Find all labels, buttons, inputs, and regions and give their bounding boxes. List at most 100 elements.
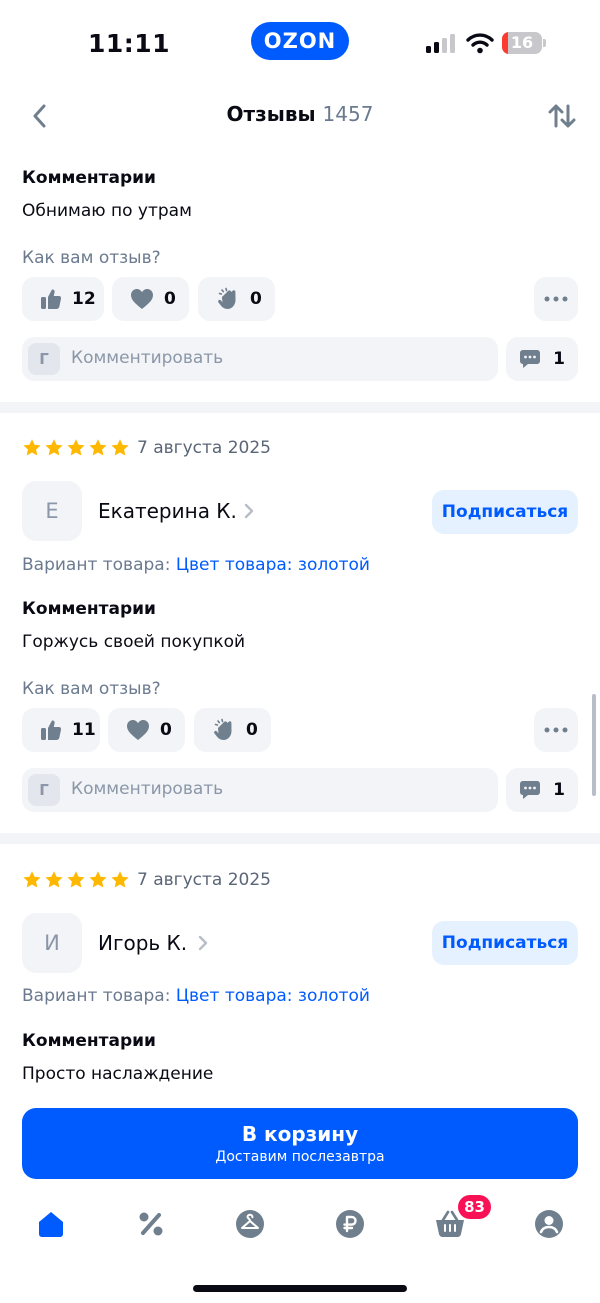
status-time: 11:11 xyxy=(88,29,171,58)
star-icon xyxy=(45,871,63,888)
star-icon xyxy=(67,439,85,456)
chat-bubble-icon xyxy=(520,781,541,799)
chat-bubble-icon xyxy=(520,350,541,368)
tab-discounts[interactable] xyxy=(131,1204,171,1244)
rating-stars xyxy=(22,870,130,890)
hanger-icon xyxy=(236,1210,264,1238)
add-to-cart-button[interactable]: В корзину Доставим послезавтра xyxy=(22,1108,578,1179)
more-dots-icon xyxy=(544,296,568,302)
star-icon xyxy=(89,439,107,456)
heart-button[interactable]: 0 xyxy=(108,708,185,752)
subscribe-button[interactable]: Подписаться xyxy=(432,921,578,965)
page-title: Отзывы 1457 xyxy=(0,102,600,126)
more-button[interactable] xyxy=(534,708,578,752)
tab-home[interactable] xyxy=(31,1204,71,1244)
review-divider xyxy=(0,402,600,413)
clap-icon xyxy=(214,718,232,740)
heart-count: 0 xyxy=(164,289,176,309)
cart-badge: 83 xyxy=(458,1195,491,1219)
author-name[interactable]: Игорь К. xyxy=(98,931,187,955)
like-button[interactable]: 11 xyxy=(22,708,100,752)
signal-icon xyxy=(426,34,455,53)
variant-label: Вариант товара: xyxy=(22,555,171,575)
star-icon xyxy=(23,871,41,888)
discount-icon xyxy=(139,1212,163,1236)
comment-input[interactable]: Г Комментировать xyxy=(22,337,498,381)
review-date: 7 августа 2025 xyxy=(137,438,271,458)
variant-value[interactable]: Цвет товара: золотой xyxy=(176,555,370,575)
ozon-logo: OZON xyxy=(251,22,349,60)
home-indicator xyxy=(193,1285,407,1292)
status-bar: 11:11 OZON 16 xyxy=(0,0,600,86)
cart-button-label: В корзину xyxy=(241,1122,359,1146)
variant-label: Вариант товара: xyxy=(22,986,171,1006)
comments-count: 1 xyxy=(553,349,565,369)
star-icon xyxy=(111,439,129,456)
review-comment: Обнимаю по утрам xyxy=(22,201,192,221)
author-avatar[interactable]: И xyxy=(22,913,82,973)
thumbs-up-icon xyxy=(41,720,62,740)
chevron-right-icon[interactable] xyxy=(243,503,255,519)
author-avatar[interactable]: Е xyxy=(22,481,82,541)
nav-header: Отзывы 1457 xyxy=(0,86,600,146)
heart-icon xyxy=(127,720,149,740)
tab-bar xyxy=(0,1200,600,1250)
star-icon xyxy=(67,871,85,888)
review-comment: Горжусь своей покупкой xyxy=(22,632,246,652)
comments-button[interactable]: 1 xyxy=(506,337,578,381)
star-icon xyxy=(23,439,41,456)
clap-count: 0 xyxy=(246,720,258,740)
chevron-right-icon[interactable] xyxy=(197,935,209,951)
comment-label: Комментарии xyxy=(22,1031,156,1051)
cart-button-subtitle: Доставим послезавтра xyxy=(215,1149,385,1165)
subscribe-button[interactable]: Подписаться xyxy=(432,490,578,534)
profile-icon xyxy=(535,1210,563,1238)
thumbs-up-icon xyxy=(41,289,62,309)
sort-arrows-icon xyxy=(548,104,576,128)
review-divider xyxy=(0,833,600,844)
clap-button[interactable]: 0 xyxy=(194,708,271,752)
tab-fashion[interactable] xyxy=(230,1204,270,1244)
ruble-icon xyxy=(336,1210,364,1238)
scrollbar[interactable] xyxy=(592,694,596,796)
heart-count: 0 xyxy=(160,720,172,740)
comment-input[interactable]: Г Комментировать xyxy=(22,768,498,812)
rating-stars xyxy=(22,438,130,458)
heart-button[interactable]: 0 xyxy=(112,277,189,321)
battery-level: 16 xyxy=(510,33,534,52)
more-dots-icon xyxy=(544,727,568,733)
comment-label: Комментарии xyxy=(22,168,156,188)
clap-button[interactable]: 0 xyxy=(198,277,275,321)
heart-icon xyxy=(131,289,153,309)
comment-placeholder: Комментировать xyxy=(71,779,224,799)
comment-label: Комментарии xyxy=(22,599,156,619)
like-count: 12 xyxy=(72,289,96,309)
variant-value[interactable]: Цвет товара: золотой xyxy=(176,986,370,1006)
page-title-text: Отзывы xyxy=(226,102,316,126)
product-variant: Вариант товара: Цвет товара: золотой xyxy=(22,986,370,1006)
star-icon xyxy=(45,439,63,456)
clap-icon xyxy=(218,287,236,309)
comments-count: 1 xyxy=(553,780,565,800)
reaction-prompt: Как вам отзыв? xyxy=(22,679,161,699)
comments-button[interactable]: 1 xyxy=(506,768,578,812)
comment-avatar: Г xyxy=(28,774,60,806)
like-button[interactable]: 12 xyxy=(22,277,104,321)
clap-count: 0 xyxy=(250,289,262,309)
tab-profile[interactable] xyxy=(529,1204,569,1244)
wifi-icon xyxy=(466,33,494,54)
reviews-count: 1457 xyxy=(322,102,374,126)
star-icon xyxy=(89,871,107,888)
comment-avatar: Г xyxy=(28,343,60,375)
sort-button[interactable] xyxy=(542,98,582,134)
reaction-prompt: Как вам отзыв? xyxy=(22,248,161,268)
more-button[interactable] xyxy=(534,277,578,321)
product-variant: Вариант товара: Цвет товара: золотой xyxy=(22,555,370,575)
battery-icon: 16 xyxy=(502,32,546,54)
tab-finance[interactable] xyxy=(330,1204,370,1244)
star-icon xyxy=(111,871,129,888)
review-comment: Просто наслаждение xyxy=(22,1064,214,1084)
review-date: 7 августа 2025 xyxy=(137,870,271,890)
author-name[interactable]: Екатерина К. xyxy=(98,499,237,523)
home-icon xyxy=(39,1212,63,1237)
